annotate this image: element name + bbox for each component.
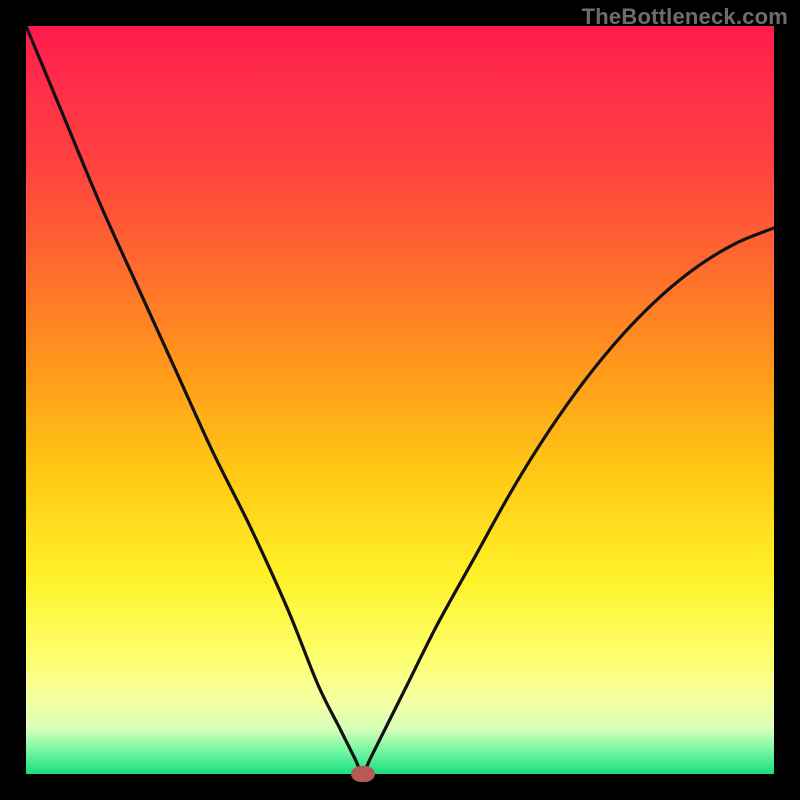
plot-area bbox=[26, 26, 774, 774]
bottleneck-curve bbox=[26, 26, 774, 774]
optimal-point-marker bbox=[351, 766, 375, 782]
chart-frame: TheBottleneck.com bbox=[0, 0, 800, 800]
